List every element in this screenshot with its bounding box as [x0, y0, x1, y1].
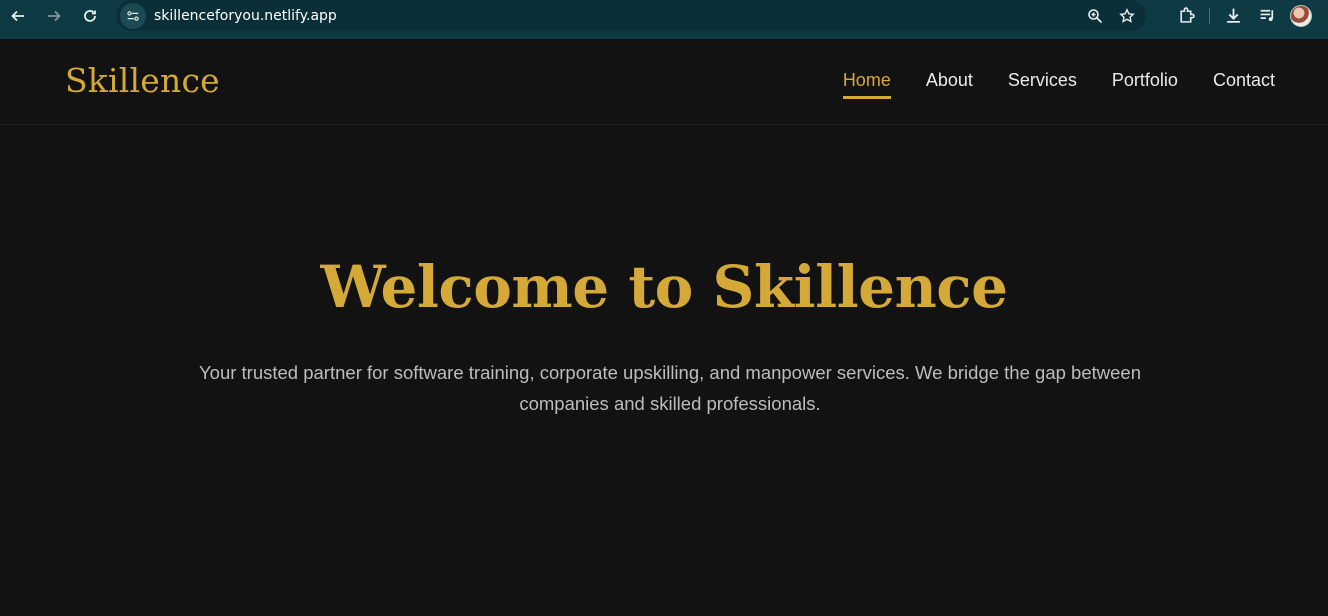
forward-arrow-icon — [48, 10, 61, 21]
nav-link-portfolio[interactable]: Portfolio — [1112, 70, 1178, 99]
reload-button[interactable] — [72, 0, 108, 31]
browser-divider — [0, 31, 1328, 39]
hero-title: Welcome to Skillence — [320, 253, 1008, 321]
nav-link-contact[interactable]: Contact — [1213, 70, 1275, 99]
site-info-icon — [127, 10, 139, 21]
site-header: Skillence Home About Services Portfolio … — [0, 39, 1328, 125]
back-button[interactable] — [0, 0, 36, 31]
avatar[interactable] — [1290, 4, 1312, 27]
downloads-button[interactable] — [1216, 0, 1250, 31]
toolbar-separator — [1209, 7, 1210, 24]
download-icon — [1226, 8, 1240, 23]
reload-icon — [84, 9, 96, 22]
hero-section: Welcome to Skillence Your trusted partne… — [0, 125, 1328, 616]
star-icon — [1119, 7, 1135, 23]
nav-link-services[interactable]: Services — [1008, 70, 1077, 99]
zoom-icon — [1088, 8, 1103, 23]
zoom-button[interactable] — [1086, 7, 1104, 25]
forward-button[interactable] — [36, 0, 72, 31]
back-arrow-icon — [11, 10, 24, 21]
extensions-icon — [1179, 7, 1195, 23]
media-icon — [1260, 9, 1273, 22]
main-nav: Home About Services Portfolio Contact — [842, 70, 1275, 99]
bookmark-button[interactable] — [1118, 7, 1136, 25]
nav-link-about[interactable]: About — [926, 70, 973, 99]
site-info-button[interactable] — [120, 2, 146, 29]
hero-subtitle: Your trusted partner for software traini… — [199, 362, 1141, 414]
extensions-button[interactable] — [1169, 0, 1203, 31]
address-bar[interactable]: skillenceforyou.netlify.app — [116, 0, 1146, 31]
url-text[interactable]: skillenceforyou.netlify.app — [154, 8, 337, 24]
media-button[interactable] — [1250, 0, 1284, 31]
brand-logo[interactable]: Skillence — [65, 61, 220, 100]
nav-link-home[interactable]: Home — [842, 70, 891, 99]
